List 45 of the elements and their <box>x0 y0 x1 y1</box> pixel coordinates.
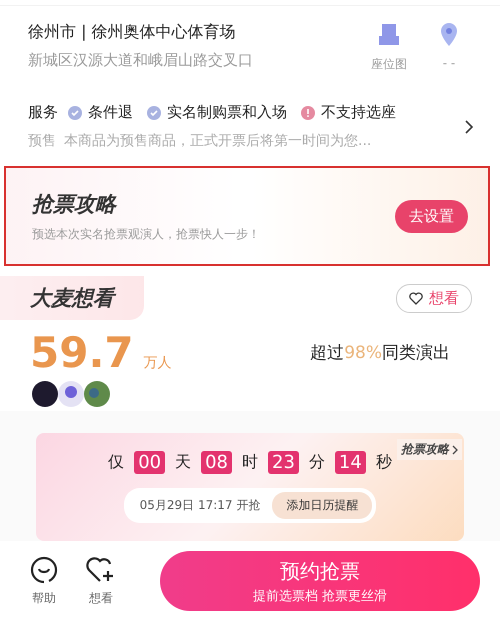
avatar <box>84 381 110 407</box>
venue-action-label[interactable]: 座位图 <box>371 56 407 73</box>
reserve-button[interactable]: 预约抢票 提前选票档 抢票更丝滑 <box>160 551 480 611</box>
check-icon <box>68 106 82 120</box>
wants-title: 大麦想看 <box>30 286 114 310</box>
want-unit: 万人 <box>144 354 172 372</box>
venue-address: 新城区汉源大道和峨眉山路交叉口 <box>28 51 254 70</box>
countdown-unit: 秒 <box>376 452 392 473</box>
heart-icon <box>409 292 423 304</box>
heart-plus-icon[interactable] <box>86 556 116 584</box>
countdown-unit: 时 <box>242 452 258 473</box>
service-item: 条件退 <box>88 103 133 122</box>
venue-name: 徐州市 | 徐州奥体中心体育场 <box>28 22 237 43</box>
avatar <box>58 381 84 407</box>
services-label: 服务 <box>28 103 58 122</box>
check-icon <box>147 106 161 120</box>
bottom-icon-label[interactable]: 帮助 <box>32 590 56 606</box>
chevron-right-icon[interactable] <box>452 444 458 454</box>
setup-button[interactable]: 去设置 <box>395 200 468 232</box>
want-button[interactable]: 想看 <box>396 284 472 312</box>
countdown-label: 仅 <box>108 452 124 473</box>
calendar-reminder-button[interactable]: 添加日历提醒 <box>272 492 372 519</box>
chevron-right-icon[interactable] <box>464 118 474 134</box>
countdown-unit: 天 <box>175 452 192 473</box>
want-count: 59.7 <box>30 328 134 377</box>
presale-text: 本商品为预售商品，正式开票后将第一时间为您... <box>64 132 372 150</box>
countdown-value: 00 <box>134 451 166 474</box>
strategy-title: 抢票攻略 <box>32 190 118 218</box>
strategy-subtitle: 预选本次实名抢票观演人，抢票快人一步！ <box>32 226 261 242</box>
location-pin-icon[interactable] <box>440 22 458 48</box>
service-item: 不支持选座 <box>321 103 396 122</box>
avatar <box>32 381 58 407</box>
presale-tag: 预售 <box>28 132 56 150</box>
warning-icon <box>301 106 315 120</box>
start-time: 05月29日 17:17 开抢 <box>140 497 260 514</box>
countdown-value: 23 <box>268 451 299 474</box>
seat-icon[interactable] <box>377 22 401 48</box>
smiley-icon[interactable] <box>30 556 58 584</box>
countdown-value: 14 <box>334 451 366 474</box>
service-item: 实名制购票和入场 <box>167 103 287 122</box>
venue-action-label[interactable]: - - <box>442 56 456 70</box>
countdown-unit: 分 <box>308 452 325 473</box>
comparison-text: 超过98%同类演出 <box>310 342 450 364</box>
bottom-icon-label[interactable]: 想看 <box>89 590 113 606</box>
countdown-value: 08 <box>201 451 232 474</box>
